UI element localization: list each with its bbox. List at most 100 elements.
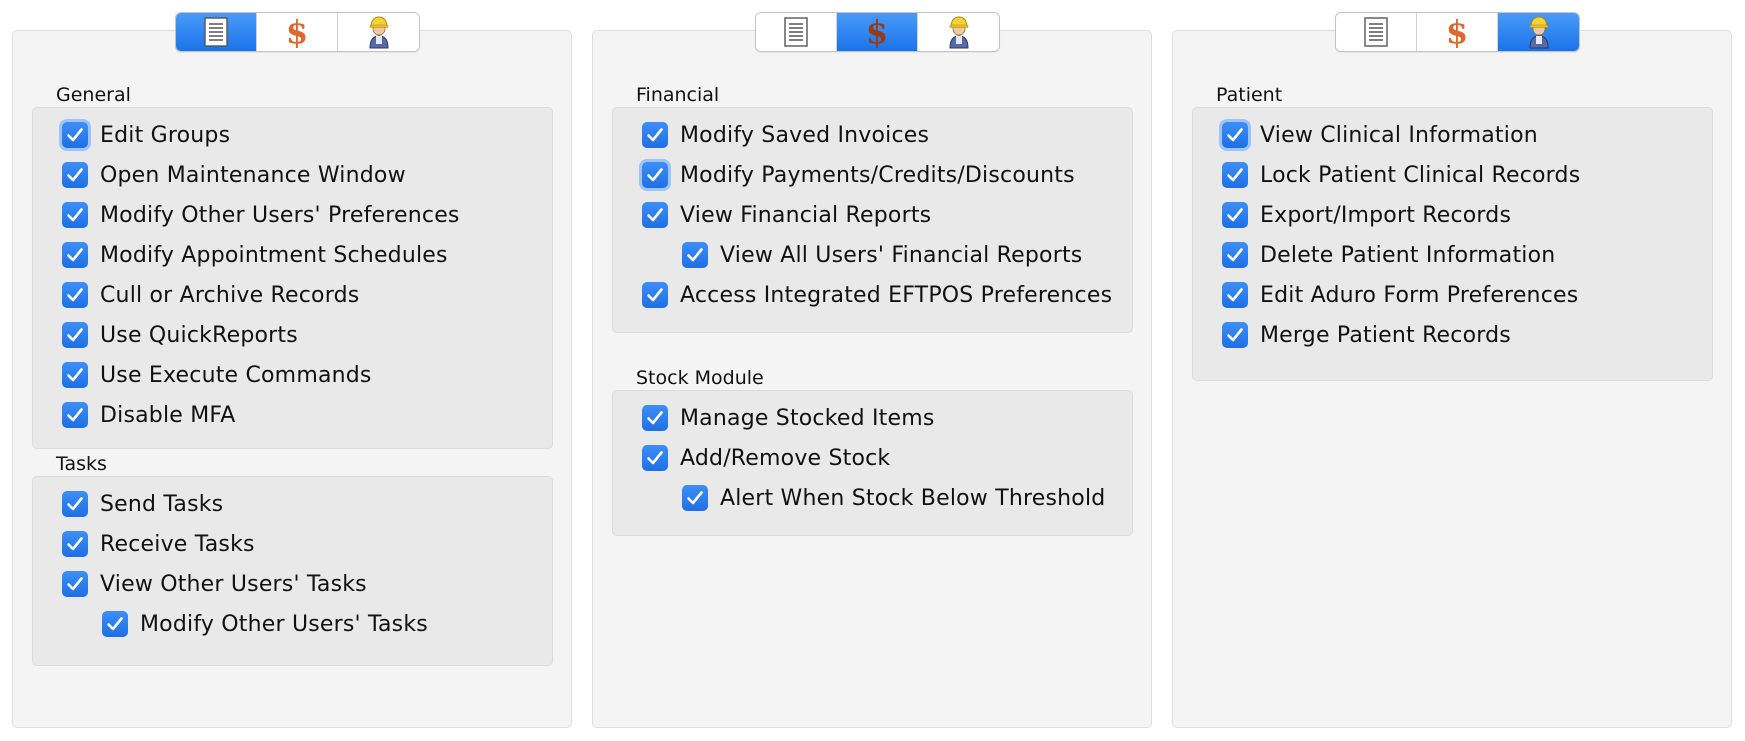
checkbox-checked[interactable] (102, 611, 128, 637)
checkbox-checked[interactable] (62, 571, 88, 597)
permission-checkbox-row[interactable]: Modify Appointment Schedules (62, 238, 448, 272)
permission-checkbox-row[interactable]: Edit Groups (62, 118, 230, 152)
checkbox-checked[interactable] (682, 485, 708, 511)
segment-dollar[interactable]: $ (837, 13, 918, 51)
checkbox-checked[interactable] (1222, 322, 1248, 348)
category-segmented-control: $ (755, 12, 1000, 52)
checkbox-checked[interactable] (62, 282, 88, 308)
checkmark-icon (66, 247, 84, 263)
permission-label: Add/Remove Stock (680, 445, 891, 471)
permission-checkbox-row[interactable]: Send Tasks (62, 487, 223, 521)
checkbox-checked[interactable] (1222, 202, 1248, 228)
checkbox-checked[interactable] (642, 122, 668, 148)
permission-checkbox-row[interactable]: Cull or Archive Records (62, 278, 359, 312)
checkbox-checked[interactable] (62, 491, 88, 517)
checkbox-checked[interactable] (62, 362, 88, 388)
permission-checkbox-row[interactable]: Use QuickReports (62, 318, 298, 352)
permission-checkbox-row[interactable]: Modify Payments/Credits/Discounts (642, 158, 1075, 192)
checkbox-checked[interactable] (62, 322, 88, 348)
document-icon (783, 17, 809, 47)
checkbox-checked[interactable] (62, 242, 88, 268)
checkbox-checked[interactable] (62, 202, 88, 228)
category-segmented-control: $ (1335, 12, 1580, 52)
checkmark-icon (646, 410, 664, 426)
checkmark-icon (1226, 167, 1244, 183)
segment-user[interactable] (338, 13, 419, 51)
checkbox-checked[interactable] (642, 202, 668, 228)
checkbox-checked[interactable] (62, 162, 88, 188)
checkbox-checked[interactable] (62, 122, 88, 148)
checkbox-checked[interactable] (62, 531, 88, 557)
permission-checkbox-row[interactable]: Access Integrated EFTPOS Preferences (642, 278, 1112, 312)
section-title-stock-module: Stock Module (636, 367, 764, 389)
permission-checkbox-row[interactable]: Manage Stocked Items (642, 401, 935, 435)
permission-label: Manage Stocked Items (680, 405, 935, 431)
checkbox-checked[interactable] (1222, 282, 1248, 308)
permission-checkbox-row[interactable]: Modify Other Users' Preferences (62, 198, 460, 232)
permission-label: Modify Appointment Schedules (100, 242, 448, 268)
segment-user[interactable] (918, 13, 999, 51)
permission-checkbox-row[interactable]: View Financial Reports (642, 198, 931, 232)
permission-label: Modify Other Users' Preferences (100, 202, 460, 228)
permission-checkbox-row[interactable]: Lock Patient Clinical Records (1222, 158, 1580, 192)
permission-checkbox-row[interactable]: View Clinical Information (1222, 118, 1538, 152)
permission-checkbox-row[interactable]: View Other Users' Tasks (62, 567, 367, 601)
checkbox-checked[interactable] (642, 445, 668, 471)
permission-label: Use Execute Commands (100, 362, 372, 388)
permission-checkbox-row[interactable]: Export/Import Records (1222, 198, 1511, 232)
checkbox-checked[interactable] (1222, 122, 1248, 148)
permission-checkbox-row[interactable]: Alert When Stock Below Threshold (682, 481, 1105, 515)
segment-dollar[interactable]: $ (1417, 13, 1498, 51)
checkmark-icon (1226, 247, 1244, 263)
permission-label: View Clinical Information (1260, 122, 1538, 148)
permission-checkbox-row[interactable]: Modify Saved Invoices (642, 118, 929, 152)
user-icon (365, 15, 393, 49)
checkmark-icon (66, 407, 84, 423)
permission-label: Export/Import Records (1260, 202, 1512, 228)
checkbox-checked[interactable] (682, 242, 708, 268)
permission-checkbox-row[interactable]: Add/Remove Stock (642, 441, 890, 475)
checkmark-icon (1226, 327, 1244, 343)
checkmark-icon (646, 450, 664, 466)
permission-checkbox-row[interactable]: Receive Tasks (62, 527, 255, 561)
checkmark-icon (646, 167, 664, 183)
permission-label: Access Integrated EFTPOS Preferences (680, 282, 1113, 308)
checkmark-icon (66, 127, 84, 143)
checkbox-checked[interactable] (1222, 162, 1248, 188)
permission-checkbox-row[interactable]: View All Users' Financial Reports (682, 238, 1082, 272)
permission-label: View Other Users' Tasks (100, 571, 367, 597)
checkmark-icon (686, 490, 704, 506)
permission-checkbox-row[interactable]: Edit Aduro Form Preferences (1222, 278, 1578, 312)
permission-label: Use QuickReports (100, 322, 298, 348)
checkbox-checked[interactable] (642, 162, 668, 188)
checkmark-icon (646, 287, 664, 303)
checkmark-icon (66, 576, 84, 592)
segment-document[interactable] (176, 13, 257, 51)
dollar-icon: $ (865, 13, 889, 51)
segment-user[interactable] (1498, 13, 1579, 51)
permission-checkbox-row[interactable]: Disable MFA (62, 398, 235, 432)
checkbox-checked[interactable] (1222, 242, 1248, 268)
checkmark-icon (646, 127, 664, 143)
permission-label: Modify Saved Invoices (680, 122, 930, 148)
checkmark-icon (1226, 207, 1244, 223)
checkmark-icon (646, 207, 664, 223)
checkbox-checked[interactable] (642, 405, 668, 431)
checkbox-checked[interactable] (642, 282, 668, 308)
segment-document[interactable] (756, 13, 837, 51)
permission-checkbox-row[interactable]: Modify Other Users' Tasks (102, 607, 428, 641)
permission-checkbox-row[interactable]: Open Maintenance Window (62, 158, 406, 192)
user-icon (945, 15, 973, 49)
permission-label: View Financial Reports (680, 202, 932, 228)
permission-label: Disable MFA (100, 402, 236, 428)
segment-document[interactable] (1336, 13, 1417, 51)
checkmark-icon (66, 287, 84, 303)
permission-checkbox-row[interactable]: Merge Patient Records (1222, 318, 1511, 352)
permission-checkbox-row[interactable]: Use Execute Commands (62, 358, 372, 392)
permission-label: Merge Patient Records (1260, 322, 1511, 348)
checkbox-checked[interactable] (62, 402, 88, 428)
checkmark-icon (66, 496, 84, 512)
permission-checkbox-row[interactable]: Delete Patient Information (1222, 238, 1555, 272)
checkmark-icon (66, 327, 84, 343)
segment-dollar[interactable]: $ (257, 13, 338, 51)
